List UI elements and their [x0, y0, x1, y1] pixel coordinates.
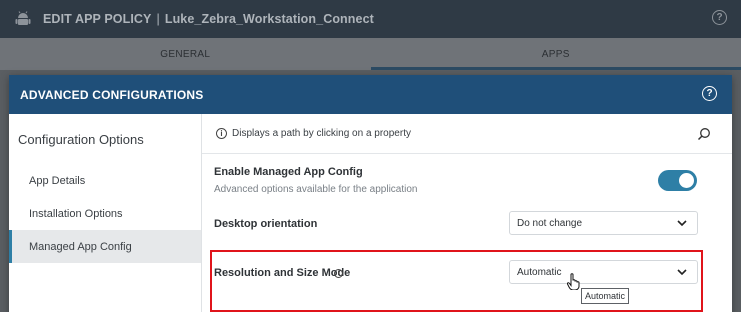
advanced-configurations-dialog: ADVANCED CONFIGURATIONS ? Configuration …	[9, 75, 732, 312]
sidebar-item-installation-options[interactable]: Installation Options	[9, 197, 201, 230]
dialog-header: ADVANCED CONFIGURATIONS ?	[9, 75, 732, 114]
dialog-body: Configuration Options App Details Instal…	[9, 114, 732, 312]
desktop-orientation-label: Desktop orientation	[214, 218, 318, 230]
sidebar-item-app-details[interactable]: App Details	[9, 164, 201, 197]
toggle-knob	[679, 173, 694, 188]
policy-tabs: GENERAL APPS	[0, 38, 741, 70]
desktop-orientation-select[interactable]: Do not change	[509, 211, 698, 235]
path-text: Displays a path by clicking on a propert…	[232, 128, 411, 139]
tab-apps[interactable]: APPS	[370, 38, 741, 70]
configuration-sidebar: Configuration Options App Details Instal…	[9, 114, 202, 312]
page-title-text: EDIT APP POLICY	[43, 12, 152, 26]
app-header: EDIT APP POLICY | Luke_Zebra_Workstation_C…	[0, 0, 741, 38]
policy-name: Luke_Zebra_Workstation_Connect	[164, 12, 374, 26]
help-icon[interactable]: ?	[712, 10, 727, 25]
chevron-down-icon	[677, 268, 687, 279]
title-separator: |	[156, 12, 160, 26]
dialog-help-icon[interactable]: ?	[702, 86, 717, 101]
managed-config-description: Advanced options available for the appli…	[214, 184, 418, 195]
resolution-info-icon[interactable]: i	[334, 269, 343, 278]
hand-cursor-icon	[566, 273, 581, 293]
tab-general[interactable]: GENERAL	[0, 38, 371, 70]
sidebar-item-managed-app-config[interactable]: Managed App Config	[9, 230, 201, 263]
android-icon	[12, 8, 34, 30]
search-icon[interactable]	[697, 127, 711, 144]
managed-config-label: Enable Managed App Config	[214, 166, 363, 178]
configuration-content: i Displays a path by clicking on a prope…	[202, 114, 732, 312]
resolution-label: Resolution and Size Mode	[214, 267, 351, 279]
resolution-value: Automatic	[517, 266, 562, 278]
page-title: EDIT APP POLICY | Luke_Zebra_Workstation_C…	[43, 12, 374, 26]
info-icon: i	[216, 128, 227, 139]
chevron-down-icon	[677, 219, 687, 230]
sidebar-title: Configuration Options	[18, 132, 144, 147]
path-bar: i Displays a path by clicking on a prope…	[202, 114, 732, 154]
desktop-orientation-value: Do not change	[517, 217, 583, 229]
managed-config-toggle[interactable]	[658, 170, 697, 191]
dialog-title: ADVANCED CONFIGURATIONS	[20, 87, 204, 102]
resolution-select[interactable]: Automatic	[509, 260, 698, 284]
resolution-tooltip: Automatic	[581, 288, 630, 304]
